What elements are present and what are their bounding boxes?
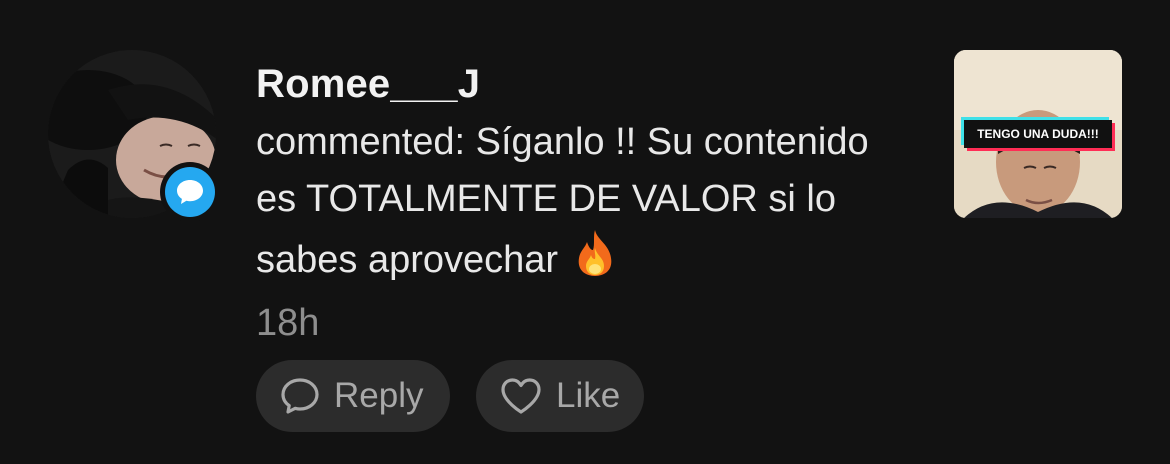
comment-badge bbox=[160, 162, 220, 222]
comment-notification[interactable]: Romee___J commented: Síganlo !! Su conte… bbox=[0, 0, 1170, 464]
reply-button[interactable]: Reply bbox=[256, 360, 450, 432]
comment-bubble-icon bbox=[165, 167, 215, 217]
notification-content: Romee___J commented: Síganlo !! Su conte… bbox=[256, 56, 916, 351]
thumbnail-caption: TENGO UNA DUDA!!! bbox=[964, 120, 1112, 148]
avatar-container[interactable] bbox=[48, 50, 220, 222]
like-label: Like bbox=[556, 376, 621, 415]
comment-body: commented: Síganlo !! Su contenido es TO… bbox=[256, 114, 916, 295]
comment-prefix: commented: bbox=[256, 121, 466, 163]
timestamp: 18h bbox=[256, 302, 320, 344]
video-thumbnail[interactable]: TENGO UNA DUDA!!! bbox=[954, 50, 1122, 218]
reply-label: Reply bbox=[334, 376, 424, 415]
action-bar: Reply Like bbox=[256, 360, 644, 432]
username[interactable]: Romee___J bbox=[256, 56, 916, 112]
fire-emoji-icon bbox=[573, 228, 617, 295]
like-button[interactable]: Like bbox=[476, 360, 644, 432]
speech-bubble-icon bbox=[280, 377, 320, 415]
heart-outline-icon bbox=[500, 377, 542, 415]
